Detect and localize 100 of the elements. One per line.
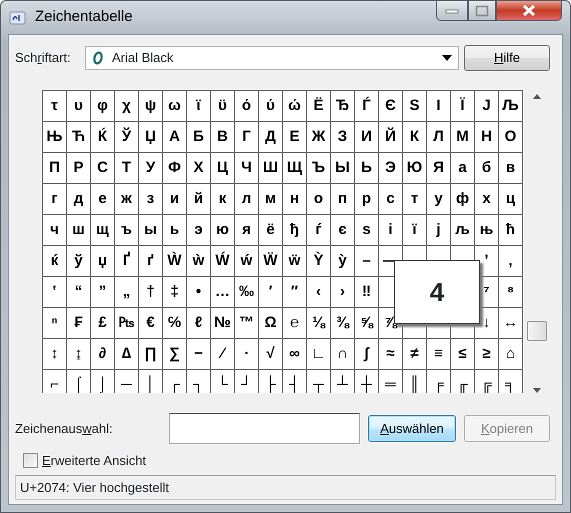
character-cell[interactable]: ы: [139, 215, 162, 245]
character-cell[interactable]: Щ: [283, 153, 306, 183]
character-cell[interactable]: ≥: [475, 339, 498, 369]
character-cell[interactable]: Д: [259, 122, 282, 152]
character-cell[interactable]: љ: [451, 215, 474, 245]
close-button[interactable]: [496, 0, 562, 21]
character-cell[interactable]: ё: [259, 215, 282, 245]
character-cell[interactable]: Є: [379, 91, 402, 121]
character-cell[interactable]: Ц: [211, 153, 234, 183]
character-cell[interactable]: ├: [259, 370, 282, 393]
character-cell[interactable]: Ї: [451, 91, 474, 121]
character-cell[interactable]: │: [139, 370, 162, 393]
character-cell[interactable]: Ẅ: [259, 246, 282, 276]
character-cell[interactable]: ⅝: [355, 308, 378, 338]
character-cell[interactable]: √: [259, 339, 282, 369]
character-cell[interactable]: ‼: [355, 277, 378, 307]
character-cell[interactable]: ẃ: [235, 246, 258, 276]
character-cell[interactable]: ѓ: [307, 215, 330, 245]
character-cell[interactable]: ⁿ: [43, 308, 66, 338]
character-cell[interactable]: ›: [331, 277, 354, 307]
minimize-button[interactable]: [436, 0, 468, 21]
character-cell[interactable]: ₣: [67, 308, 90, 338]
character-cell[interactable]: Ч: [235, 153, 258, 183]
character-cell[interactable]: ≠: [403, 339, 426, 369]
character-cell[interactable]: ∕: [211, 339, 234, 369]
character-cell[interactable]: ┘: [235, 370, 258, 393]
character-cell[interactable]: Њ: [43, 122, 66, 152]
character-cell[interactable]: к: [211, 184, 234, 214]
character-cell[interactable]: “: [67, 277, 90, 307]
character-cell[interactable]: ћ: [499, 215, 522, 245]
character-cell[interactable]: χ: [115, 91, 138, 121]
character-cell[interactable]: ║: [403, 370, 426, 393]
character-cell[interactable]: Џ: [139, 122, 162, 152]
character-cell[interactable]: ⌐: [43, 370, 66, 393]
character-cell[interactable]: ┌: [163, 370, 186, 393]
character-cell[interactable]: ϋ: [211, 91, 234, 121]
character-cell[interactable]: ⌠: [67, 370, 90, 393]
character-cell[interactable]: €: [139, 308, 162, 338]
character-cell[interactable]: ┤: [283, 370, 306, 393]
character-cell[interactable]: М: [451, 122, 474, 152]
character-cell[interactable]: д: [67, 184, 90, 214]
character-cell[interactable]: ┬: [307, 370, 330, 393]
character-cell[interactable]: ℅: [163, 308, 186, 338]
character-cell[interactable]: И: [355, 122, 378, 152]
character-cell[interactable]: у: [427, 184, 450, 214]
character-cell[interactable]: Љ: [499, 91, 522, 121]
character-cell[interactable]: ⁸: [499, 277, 522, 307]
character-cell[interactable]: њ: [475, 215, 498, 245]
character-cell[interactable]: ∙: [235, 339, 258, 369]
character-cell[interactable]: э: [187, 215, 210, 245]
character-cell[interactable]: Х: [187, 153, 210, 183]
character-cell[interactable]: Ё: [307, 91, 330, 121]
character-cell[interactable]: ™: [235, 308, 258, 338]
character-cell[interactable]: џ: [91, 246, 114, 276]
character-cell[interactable]: а: [451, 153, 474, 183]
character-cell[interactable]: Ẃ: [211, 246, 234, 276]
character-cell[interactable]: ј: [427, 215, 450, 245]
character-cell[interactable]: У: [139, 153, 162, 183]
character-cell[interactable]: №: [211, 308, 234, 338]
character-cell[interactable]: ↔: [499, 308, 522, 338]
character-cell[interactable]: ┼: [355, 370, 378, 393]
character-cell[interactable]: ж: [115, 184, 138, 214]
character-cell[interactable]: ℓ: [187, 308, 210, 338]
character-cell[interactable]: †: [139, 277, 162, 307]
character-cell[interactable]: Е: [283, 122, 306, 152]
character-cell[interactable]: х: [475, 184, 498, 214]
character-cell[interactable]: г: [43, 184, 66, 214]
character-cell[interactable]: з: [139, 184, 162, 214]
character-cell[interactable]: ш: [67, 215, 90, 245]
character-cell[interactable]: ∞: [283, 339, 306, 369]
character-cell[interactable]: ‰: [235, 277, 258, 307]
selection-field[interactable]: [169, 413, 360, 444]
character-cell[interactable]: с: [379, 184, 402, 214]
advanced-view-checkbox[interactable]: [23, 453, 38, 468]
character-cell[interactable]: ό: [235, 91, 258, 121]
character-cell[interactable]: Ю: [403, 153, 426, 183]
character-cell[interactable]: Ќ: [91, 122, 114, 152]
character-cell[interactable]: Ъ: [307, 153, 330, 183]
character-cell[interactable]: С: [91, 153, 114, 183]
character-cell[interactable]: ╓: [451, 370, 474, 393]
character-cell[interactable]: Н: [475, 122, 498, 152]
character-cell[interactable]: ↨: [67, 339, 90, 369]
character-cell[interactable]: Ь: [355, 153, 378, 183]
character-cell[interactable]: Й: [379, 122, 402, 152]
character-cell[interactable]: ≤: [451, 339, 474, 369]
character-cell[interactable]: Ф: [163, 153, 186, 183]
character-cell[interactable]: ⌡: [91, 370, 114, 393]
character-cell[interactable]: ⌂: [499, 339, 522, 369]
character-cell[interactable]: ‡: [163, 277, 186, 307]
character-cell[interactable]: п: [331, 184, 354, 214]
character-cell[interactable]: ≡: [427, 339, 450, 369]
font-dropdown[interactable]: Arial Black: [85, 46, 459, 70]
character-cell[interactable]: ѕ: [355, 215, 378, 245]
character-cell[interactable]: £: [91, 308, 114, 338]
action-button[interactable]: Auswählen: [368, 415, 456, 442]
character-cell[interactable]: ϊ: [187, 91, 210, 121]
character-cell[interactable]: ∩: [331, 339, 354, 369]
character-cell[interactable]: ″: [283, 277, 306, 307]
character-cell[interactable]: Ѓ: [355, 91, 378, 121]
character-cell[interactable]: н: [283, 184, 306, 214]
